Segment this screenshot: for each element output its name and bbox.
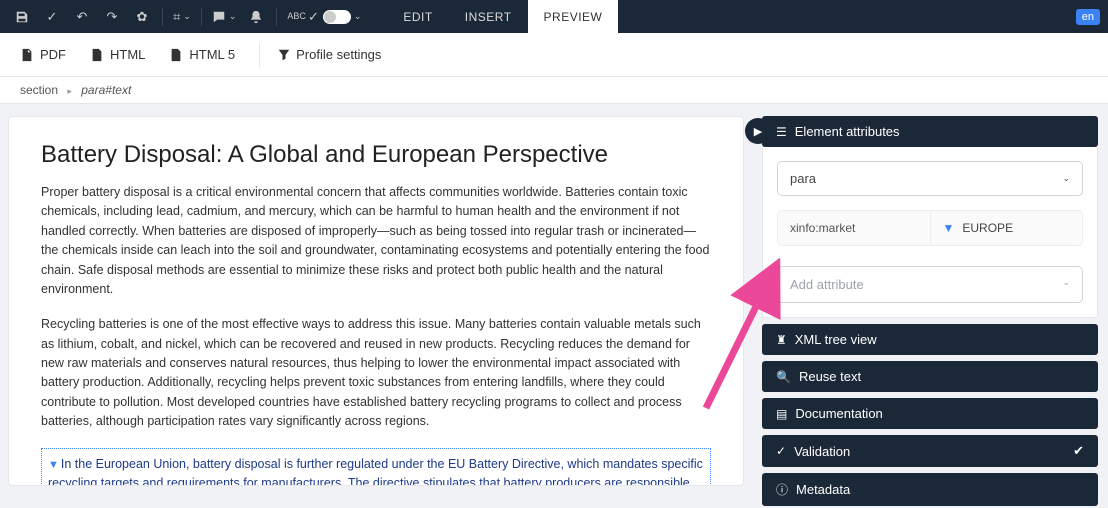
crop-dropdown[interactable]: ⌗⌄	[167, 3, 197, 31]
panel-xml-tree[interactable]: ♜XML tree view	[762, 324, 1098, 355]
undo-icon[interactable]: ↶	[68, 3, 96, 31]
element-select[interactable]: para⌄	[777, 161, 1083, 196]
article-paragraph: Proper battery disposal is a critical en…	[41, 183, 711, 299]
search-icon: 🔍	[776, 370, 791, 384]
gear-icon[interactable]: ✿	[128, 3, 156, 31]
save-icon[interactable]	[8, 3, 36, 31]
breadcrumb-section[interactable]: section	[20, 83, 58, 97]
article-paragraph-selected[interactable]: ▼In the European Union, battery disposal…	[41, 448, 711, 487]
filter-icon: ▼	[48, 459, 59, 471]
redo-icon[interactable]: ↷	[98, 3, 126, 31]
sub-toolbar: PDF HTML HTML 5 Profile settings	[0, 33, 1108, 77]
content-area: Battery Disposal: A Global and European …	[8, 116, 744, 486]
info-icon: ⓘ	[776, 481, 788, 498]
chevron-down-icon: ⌄	[1062, 277, 1070, 292]
breadcrumb-para[interactable]: para#text	[81, 83, 131, 97]
export-pdf[interactable]: PDF	[20, 47, 66, 62]
panel-reuse-text[interactable]: 🔍Reuse text	[762, 361, 1098, 392]
add-attribute[interactable]: Add attribute⌄	[777, 266, 1083, 303]
check-icon: ✓	[776, 444, 786, 458]
attribute-name: xinfo:market	[778, 211, 930, 245]
tab-preview[interactable]: PREVIEW	[528, 0, 619, 33]
book-icon: ▤	[776, 407, 787, 421]
article-title: Battery Disposal: A Global and European …	[41, 141, 711, 169]
collapse-panel-button[interactable]: ▶	[745, 118, 771, 144]
element-attributes-body: para⌄ xinfo:market ▼EUROPE Add attribute…	[762, 147, 1098, 318]
chevron-right-icon: ▸	[67, 86, 72, 96]
side-panel: ▶ ☰Element attributes para⌄ xinfo:market…	[762, 116, 1098, 506]
comment-dropdown[interactable]: ⌄	[206, 3, 243, 31]
export-html5[interactable]: HTML 5	[169, 47, 235, 62]
tab-insert[interactable]: INSERT	[449, 0, 528, 33]
panel-element-attributes[interactable]: ☰Element attributes	[762, 116, 1098, 147]
article-paragraph: Recycling batteries is one of the most e…	[41, 315, 711, 431]
lang-badge[interactable]: en	[1076, 9, 1100, 25]
filter-icon: ▼	[943, 221, 955, 235]
spellcheck-toggle[interactable]	[323, 10, 351, 24]
check-icon[interactable]: ✓	[38, 3, 66, 31]
chevron-down-icon: ⌄	[1062, 173, 1070, 184]
top-toolbar: ✓ ↶ ↷ ✿ ⌗⌄ ⌄ ABC✓⌄ EDIT INSERT PREVIEW e…	[0, 0, 1108, 33]
panel-documentation[interactable]: ▤Documentation	[762, 398, 1098, 429]
status-ok-icon: ✔	[1073, 443, 1084, 459]
export-html[interactable]: HTML	[90, 47, 145, 62]
bell-icon[interactable]	[242, 3, 270, 31]
list-icon: ☰	[776, 125, 787, 139]
panel-validation[interactable]: ✓Validation✔	[762, 435, 1098, 467]
attribute-row: xinfo:market ▼EUROPE	[777, 210, 1083, 246]
tab-edit[interactable]: EDIT	[387, 0, 448, 33]
breadcrumb: section ▸ para#text	[0, 77, 1108, 104]
attribute-value[interactable]: ▼EUROPE	[930, 211, 1083, 245]
spellcheck-dropdown[interactable]: ABC✓⌄	[281, 3, 367, 31]
tree-icon: ♜	[776, 333, 787, 347]
profile-settings[interactable]: Profile settings	[278, 47, 381, 62]
panel-metadata[interactable]: ⓘMetadata	[762, 473, 1098, 506]
